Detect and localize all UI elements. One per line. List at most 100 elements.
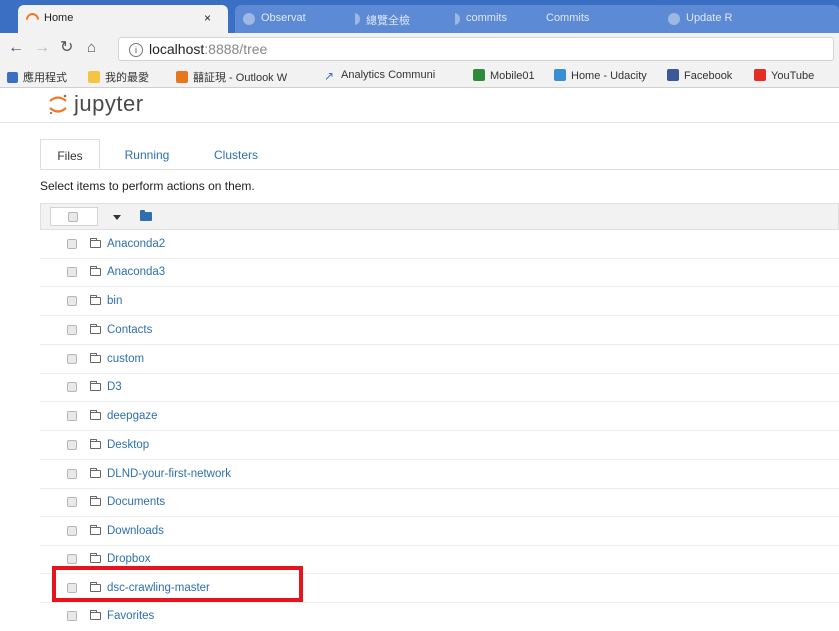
info-icon[interactable]: i	[129, 43, 143, 57]
folder-link[interactable]: Desktop	[107, 439, 149, 451]
folder-icon	[90, 468, 101, 478]
row-checkbox[interactable]	[67, 411, 77, 421]
list-item[interactable]: Desktop	[40, 432, 839, 460]
forward-arrow-icon[interactable]: →	[34, 39, 50, 57]
bookmark-apps[interactable]: 應用程式	[7, 69, 67, 85]
chevron-down-icon[interactable]	[113, 215, 121, 220]
bookmark-udacity[interactable]: Home - Udacity	[554, 69, 647, 82]
bookmarks-bar: 應用程式 我的最愛 囍証現 - Outlook W ↗ Analytics Com…	[0, 65, 839, 88]
folder-icon	[90, 439, 101, 449]
bookmark-label: 應用程式	[23, 72, 67, 84]
github-icon	[668, 13, 680, 25]
folder-link[interactable]: custom	[107, 353, 144, 365]
url-path: :8888/tree	[204, 41, 268, 57]
list-item[interactable]: Downloads	[40, 518, 839, 546]
row-checkbox[interactable]	[67, 440, 77, 450]
folder-icon	[90, 381, 101, 391]
bookmark-label: 我的最愛	[105, 72, 149, 84]
list-item[interactable]: DLND-your-first-network	[40, 461, 839, 489]
mobile01-icon	[473, 69, 485, 81]
folder-icon	[90, 610, 101, 620]
instruction-text: Select items to perform actions on them.	[40, 179, 255, 193]
list-item[interactable]: D3	[40, 374, 839, 402]
bookmark-favorites[interactable]: 我的最愛	[88, 69, 149, 85]
tab-running[interactable]: Running	[112, 139, 182, 169]
list-item[interactable]: Anaconda3	[40, 259, 839, 287]
folder-link[interactable]: Downloads	[107, 525, 164, 537]
row-checkbox[interactable]	[67, 296, 77, 306]
folder-icon	[90, 553, 101, 563]
bookmark-mobile01[interactable]: Mobile01	[473, 69, 535, 82]
bookmark-label: 囍証現 - Outlook W	[193, 72, 288, 84]
back-arrow-icon[interactable]: ←	[8, 39, 24, 57]
outlook-icon	[176, 71, 188, 83]
folder-link[interactable]: DLND-your-first-network	[107, 468, 231, 480]
browser-tab[interactable]: Commits	[520, 5, 670, 33]
list-item[interactable]: Documents	[40, 489, 839, 517]
row-checkbox[interactable]	[67, 554, 77, 564]
page-icon	[243, 13, 255, 25]
reload-icon[interactable]: ↻	[60, 39, 73, 57]
select-all-dropdown[interactable]	[50, 207, 98, 226]
browser-tab[interactable]: Observat	[235, 5, 355, 33]
browser-tab[interactable]: commits	[440, 5, 540, 33]
folder-link[interactable]: Anaconda3	[107, 266, 165, 278]
row-checkbox[interactable]	[67, 354, 77, 364]
folder-icon[interactable]	[140, 210, 152, 221]
list-item[interactable]: deepgaze	[40, 403, 839, 431]
folder-link[interactable]: Dropbox	[107, 553, 150, 565]
list-item[interactable]: Favorites	[40, 603, 839, 631]
folder-link[interactable]: Anaconda2	[107, 238, 165, 250]
folder-link[interactable]: D3	[107, 381, 122, 393]
row-checkbox[interactable]	[67, 239, 77, 249]
list-item[interactable]: bin	[40, 288, 839, 316]
select-all-checkbox[interactable]	[68, 212, 78, 222]
bookmark-analytics[interactable]: ↗ Analytics Communi	[324, 69, 436, 83]
list-item[interactable]: Anaconda2	[40, 231, 839, 259]
browser-tab-home[interactable]: Home ×	[18, 5, 228, 33]
jupyter-logo-icon[interactable]	[47, 93, 69, 115]
apps-grid-icon	[7, 72, 18, 83]
close-tab-icon[interactable]: ×	[204, 11, 211, 25]
row-checkbox[interactable]	[67, 325, 77, 335]
browser-tab-strip: Commits Update R commits 總覽全檢 Observat H…	[0, 0, 839, 33]
folder-link[interactable]: Contacts	[107, 324, 152, 336]
list-item[interactable]: Contacts	[40, 317, 839, 345]
bookmark-label: Facebook	[684, 70, 733, 82]
row-checkbox[interactable]	[67, 497, 77, 507]
folder-link[interactable]: Favorites	[107, 610, 154, 622]
list-item[interactable]: custom	[40, 346, 839, 374]
browser-tab-title: 總覽全檢	[366, 15, 410, 27]
folder-icon	[90, 266, 101, 276]
address-bar[interactable]: i localhost:8888/tree	[118, 37, 834, 61]
row-checkbox[interactable]	[67, 382, 77, 392]
browser-tab[interactable]: 總覽全檢	[340, 5, 455, 33]
bookmark-label: Analytics Communi	[341, 69, 436, 81]
facebook-icon	[667, 69, 679, 81]
analytics-icon: ↗	[324, 69, 335, 83]
folder-link[interactable]: Documents	[107, 496, 165, 508]
file-list-header	[40, 203, 839, 230]
folder-icon	[90, 324, 101, 334]
browser-tab[interactable]: Update R	[660, 5, 839, 33]
folder-icon	[90, 496, 101, 506]
folder-icon	[88, 71, 100, 83]
dashboard-tabs: Files Running Clusters	[40, 139, 839, 170]
row-checkbox[interactable]	[67, 469, 77, 479]
jupyter-header: jupyter	[0, 88, 839, 123]
folder-link[interactable]: bin	[107, 295, 122, 307]
folder-link[interactable]: deepgaze	[107, 410, 158, 422]
jupyter-logo-text[interactable]: jupyter	[74, 91, 144, 117]
row-checkbox[interactable]	[67, 267, 77, 277]
tab-files[interactable]: Files	[40, 139, 100, 169]
row-checkbox[interactable]	[67, 526, 77, 536]
home-icon[interactable]: ⌂	[87, 39, 96, 57]
bookmark-outlook[interactable]: 囍証現 - Outlook W	[176, 69, 287, 85]
tab-clusters[interactable]: Clusters	[200, 139, 272, 169]
browser-tab-title: Observat	[261, 12, 306, 24]
row-checkbox[interactable]	[67, 611, 77, 621]
bookmark-youtube[interactable]: YouTube	[754, 69, 814, 82]
bookmark-facebook[interactable]: Facebook	[667, 69, 732, 82]
browser-tab-title: Update R	[686, 12, 733, 24]
browser-tab-title: Home	[44, 12, 74, 24]
